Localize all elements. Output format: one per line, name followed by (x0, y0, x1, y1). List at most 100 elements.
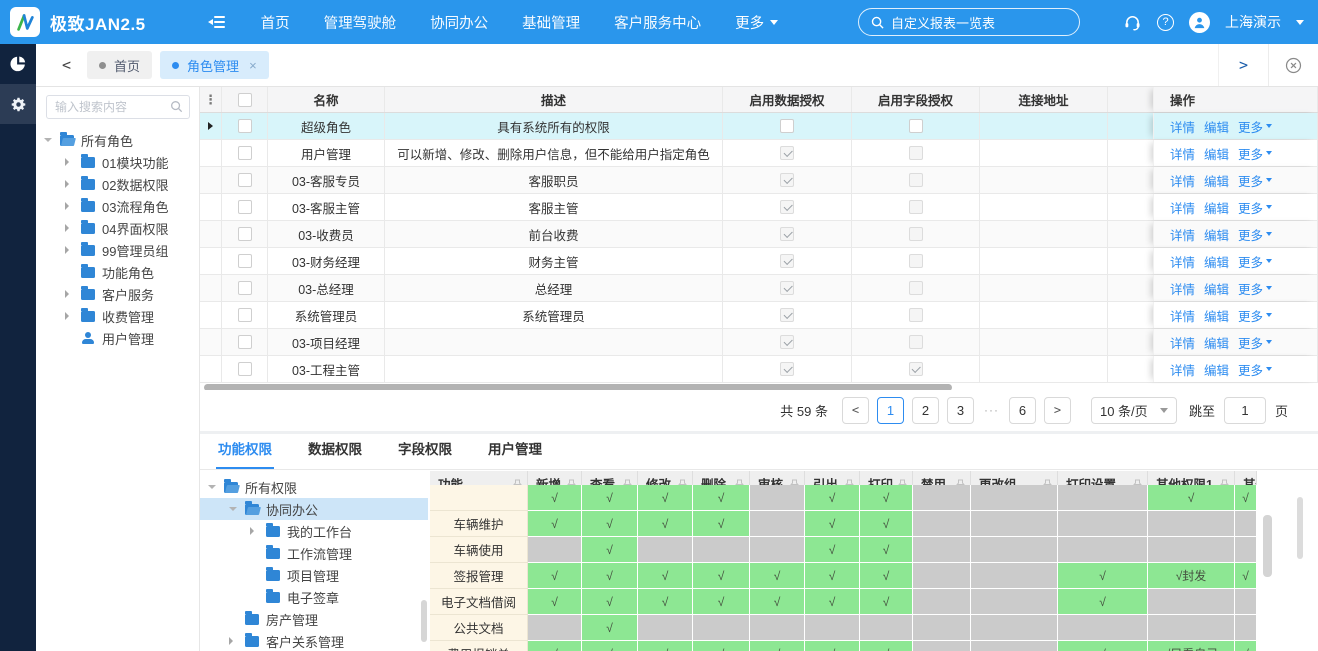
perm-tree-item[interactable]: 项目管理 (200, 564, 428, 586)
perm-denied-cell[interactable] (1235, 589, 1257, 615)
column-header-data-auth[interactable]: 启用数据授权 (723, 87, 852, 112)
perm-granted-cell[interactable]: √ (860, 537, 913, 563)
perm-denied-cell[interactable] (913, 485, 971, 511)
perm-denied-cell[interactable] (971, 485, 1058, 511)
perm-granted-cell[interactable]: √ (1235, 485, 1257, 511)
role-table-row[interactable]: 03-客服专员客服职员详情编辑更多 (200, 167, 1318, 194)
more-link[interactable]: 更多 (1238, 306, 1272, 325)
edit-link[interactable]: 编辑 (1204, 144, 1229, 163)
perm-denied-cell[interactable] (913, 589, 971, 615)
perm-denied-cell[interactable] (528, 537, 582, 563)
role-tree-item[interactable]: 01模块功能 (36, 151, 199, 173)
edit-link[interactable]: 编辑 (1204, 360, 1229, 379)
perm-table-row[interactable]: 费用报销单√√√√√√√√√只看自己√ (430, 641, 1318, 651)
row-checkbox[interactable] (238, 200, 252, 214)
detail-link[interactable]: 详情 (1170, 333, 1195, 352)
perm-granted-cell[interactable]: √ (1235, 641, 1257, 651)
auth-checkbox[interactable] (909, 173, 923, 187)
perm-granted-cell[interactable]: √ (750, 563, 805, 589)
auth-checkbox[interactable] (909, 335, 923, 349)
role-tree-item[interactable]: 用户管理 (36, 327, 199, 349)
auth-checkbox[interactable] (909, 200, 923, 214)
auth-checkbox[interactable] (780, 173, 794, 187)
auth-checkbox[interactable] (780, 281, 794, 295)
auth-checkbox[interactable] (909, 227, 923, 241)
jump-page-input[interactable] (1224, 397, 1266, 424)
page-button[interactable]: 3 (947, 397, 974, 424)
page-size-select[interactable]: 10 条/页 (1091, 397, 1177, 424)
auth-checkbox[interactable] (909, 308, 923, 322)
role-table-row[interactable]: 03-项目经理详情编辑更多 (200, 329, 1318, 356)
detail-link[interactable]: 详情 (1170, 279, 1195, 298)
more-link[interactable]: 更多 (1238, 171, 1272, 190)
perm-table-row[interactable]: 签报管理√√√√√√√√√封发√ (430, 563, 1318, 589)
perm-denied-cell[interactable] (971, 563, 1058, 589)
perm-denied-cell[interactable] (1148, 537, 1235, 563)
perm-tree-item[interactable]: 房产管理 (200, 608, 428, 630)
detail-link[interactable]: 详情 (1170, 252, 1195, 271)
vertical-scrollbar[interactable] (1297, 497, 1303, 559)
perm-granted-cell[interactable]: √ (860, 641, 913, 651)
select-all-checkbox[interactable] (222, 87, 268, 112)
tree-caret-icon[interactable] (65, 202, 78, 210)
detail-link[interactable]: 详情 (1170, 171, 1195, 190)
role-table-row[interactable]: 03-客服主管客服主管详情编辑更多 (200, 194, 1318, 221)
more-link[interactable]: 更多 (1238, 252, 1272, 271)
detail-link[interactable]: 详情 (1170, 360, 1195, 379)
nav-item[interactable]: 协同办公 (430, 12, 488, 33)
perm-granted-cell[interactable]: √ (1148, 485, 1235, 511)
page-button[interactable]: 1 (877, 397, 904, 424)
perm-denied-cell[interactable] (913, 511, 971, 537)
perm-granted-cell[interactable]: √ (805, 537, 860, 563)
perm-granted-cell[interactable]: √ (805, 563, 860, 589)
perm-denied-cell[interactable] (1058, 537, 1148, 563)
perm-granted-cell[interactable]: √只看自己 (1148, 641, 1235, 651)
edit-link[interactable]: 编辑 (1204, 171, 1229, 190)
global-search-input[interactable]: 自定义报表一览表 (858, 8, 1080, 36)
tree-caret-icon[interactable] (65, 180, 78, 188)
perm-tree-item[interactable]: 我的工作台 (200, 520, 428, 542)
edit-link[interactable]: 编辑 (1204, 333, 1229, 352)
perm-granted-cell[interactable]: √ (693, 485, 750, 511)
perm-granted-cell[interactable]: √封发 (1148, 563, 1235, 589)
perm-denied-cell[interactable] (1235, 615, 1257, 641)
auth-checkbox[interactable] (909, 119, 923, 133)
perm-denied-cell[interactable] (971, 537, 1058, 563)
role-table-row[interactable]: 03-总经理总经理详情编辑更多 (200, 275, 1318, 302)
more-link[interactable]: 更多 (1238, 360, 1272, 379)
role-tree-item[interactable]: 99管理员组 (36, 239, 199, 261)
rail-item-settings[interactable] (0, 84, 36, 124)
nav-item-more[interactable]: 更多 (735, 12, 778, 33)
vertical-scrollbar[interactable] (1263, 515, 1272, 577)
tabs-scroll-left-icon[interactable]: < (62, 56, 71, 74)
role-tree-item[interactable]: 功能角色 (36, 261, 199, 283)
tree-caret-icon[interactable] (65, 224, 78, 232)
edit-link[interactable]: 编辑 (1204, 225, 1229, 244)
role-table-row[interactable]: 03-工程主管详情编辑更多 (200, 356, 1318, 383)
perm-denied-cell[interactable] (913, 641, 971, 651)
perm-table-row[interactable]: 车辆使用√√√ (430, 537, 1318, 563)
perm-tree-item[interactable]: 协同办公 (200, 498, 428, 520)
perm-granted-cell[interactable]: √ (638, 563, 693, 589)
page-button[interactable]: 2 (912, 397, 939, 424)
perm-denied-cell[interactable] (750, 485, 805, 511)
perm-denied-cell[interactable] (913, 615, 971, 641)
perm-granted-cell[interactable]: √ (582, 589, 638, 615)
perm-granted-cell[interactable]: √ (1058, 563, 1148, 589)
perm-granted-cell[interactable]: √ (582, 537, 638, 563)
perm-granted-cell[interactable]: √ (528, 563, 582, 589)
column-header-desc[interactable]: 描述 (385, 87, 723, 112)
tree-caret-icon[interactable] (229, 637, 242, 645)
row-checkbox[interactable] (238, 362, 252, 376)
edit-link[interactable]: 编辑 (1204, 306, 1229, 325)
perm-tree-item[interactable]: 所有权限 (200, 476, 428, 498)
perm-granted-cell[interactable]: √ (528, 511, 582, 537)
perm-granted-cell[interactable]: √ (693, 641, 750, 651)
row-checkbox[interactable] (238, 227, 252, 241)
role-tree-item[interactable]: 收费管理 (36, 305, 199, 327)
detail-link[interactable]: 详情 (1170, 225, 1195, 244)
edit-link[interactable]: 编辑 (1204, 252, 1229, 271)
prev-page-button[interactable]: < (842, 397, 869, 424)
perm-denied-cell[interactable] (913, 563, 971, 589)
perm-denied-cell[interactable] (750, 615, 805, 641)
